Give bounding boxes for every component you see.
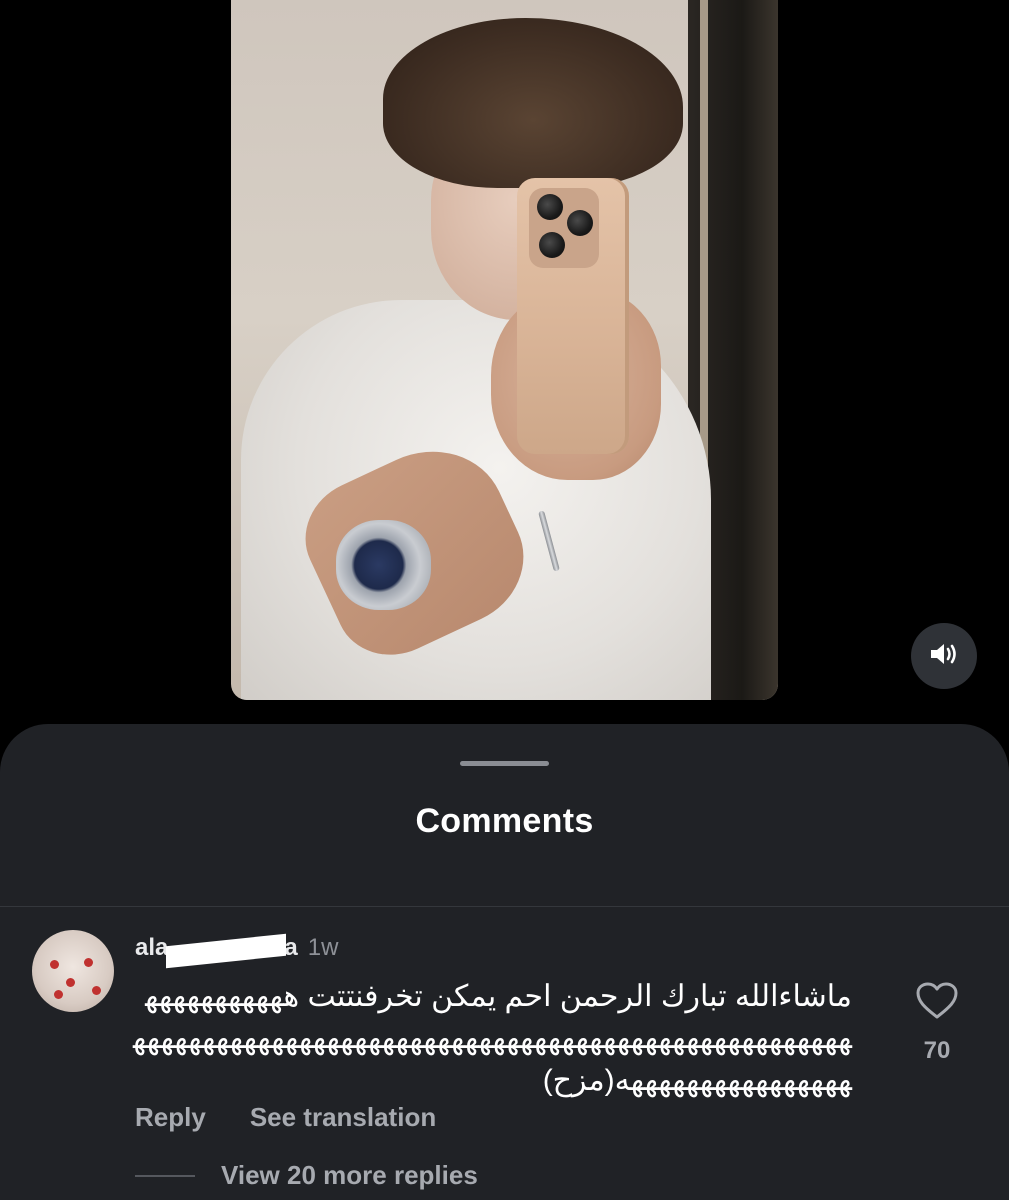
video-preview[interactable] (231, 0, 778, 700)
view-more-replies-button[interactable]: View 20 more replies (221, 1160, 478, 1191)
comment-username-start: ala (135, 934, 169, 961)
sheet-grabber-handle[interactable] (460, 761, 549, 766)
view-replies-row[interactable]: View 20 more replies (135, 1160, 478, 1191)
video-wristwatch (336, 520, 431, 610)
sheet-title: Comments (415, 802, 594, 840)
comment-username[interactable]: ala a (135, 933, 298, 969)
sheet-divider (0, 906, 1009, 907)
phone-lens (567, 210, 593, 236)
reply-button[interactable]: Reply (135, 1102, 206, 1133)
comment-text: ماشاءالله تبارك الرحمن احم يمكن تخرفنتتت… (132, 980, 852, 1097)
comment-header: ala a 1w (135, 933, 339, 969)
like-control: 70 (905, 982, 969, 1065)
like-count: 70 (923, 1037, 951, 1064)
see-translation-button[interactable]: See translation (250, 1102, 436, 1133)
sound-toggle-button[interactable] (911, 623, 977, 689)
avatar-pattern-dot (54, 990, 63, 999)
phone-camera-bump (529, 188, 599, 268)
comment-timestamp: 1w (307, 934, 339, 961)
screen: Comments ala a 1w ماشاءالله تبارك الرحمن … (0, 0, 1009, 1200)
avatar-pattern-dot (92, 986, 101, 995)
avatar-pattern-dot (50, 960, 59, 969)
comment-username-end: a (284, 934, 298, 961)
heart-outline-icon[interactable] (916, 982, 958, 1024)
avatar-pattern-dot (84, 958, 93, 967)
replies-thread-line (135, 1174, 195, 1177)
username-redaction-mark (166, 933, 287, 969)
phone-lens (539, 232, 565, 258)
speaker-on-icon (929, 641, 959, 672)
avatar[interactable] (32, 930, 114, 1012)
video-phone (517, 178, 629, 454)
comments-sheet: Comments ala a 1w ماشاءالله تبارك الرحمن … (0, 724, 1009, 1200)
avatar-pattern-dot (66, 978, 75, 987)
video-person-hair (383, 18, 683, 188)
phone-lens (537, 194, 563, 220)
comment-actions: Reply See translation (135, 1102, 436, 1133)
